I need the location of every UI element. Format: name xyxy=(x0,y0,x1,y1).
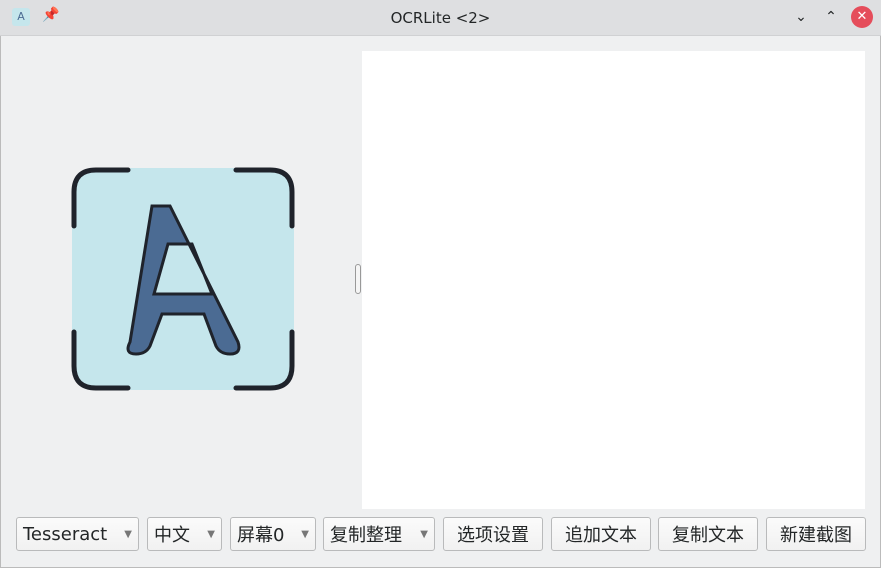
options-button[interactable]: 选项设置 xyxy=(443,517,543,551)
engine-select[interactable]: Tesseract ▼ xyxy=(16,517,139,551)
close-button[interactable]: ✕ xyxy=(851,6,873,28)
language-select[interactable]: 中文 ▼ xyxy=(147,517,222,551)
chevron-down-icon: ▼ xyxy=(420,528,428,540)
ocr-output-text[interactable] xyxy=(362,51,865,509)
copy-text-button[interactable]: 复制文本 xyxy=(658,517,758,551)
chevron-down-icon: ▼ xyxy=(207,528,215,540)
ocr-logo-image xyxy=(71,167,295,391)
splitter-handle[interactable] xyxy=(355,264,361,294)
append-text-button[interactable]: 追加文本 xyxy=(551,517,651,551)
copy-mode-select[interactable]: 复制整理 ▼ xyxy=(323,517,435,551)
language-value: 中文 xyxy=(154,525,190,546)
engine-value: Tesseract xyxy=(23,523,108,545)
chevron-down-icon: ▼ xyxy=(124,528,132,540)
maximize-button[interactable]: ⌃ xyxy=(820,6,842,28)
window-title: OCRLite <2> xyxy=(390,9,491,27)
screen-value: 屏幕0 xyxy=(237,525,285,546)
chevron-down-icon: ▼ xyxy=(301,528,309,540)
minimize-button[interactable]: ⌄ xyxy=(790,6,812,28)
new-capture-button[interactable]: 新建截图 xyxy=(766,517,866,551)
copy-mode-value: 复制整理 xyxy=(330,525,402,546)
title-bar: A 📌 OCRLite <2> ⌄ ⌃ ✕ xyxy=(0,0,881,36)
screen-select[interactable]: 屏幕0 ▼ xyxy=(230,517,316,551)
